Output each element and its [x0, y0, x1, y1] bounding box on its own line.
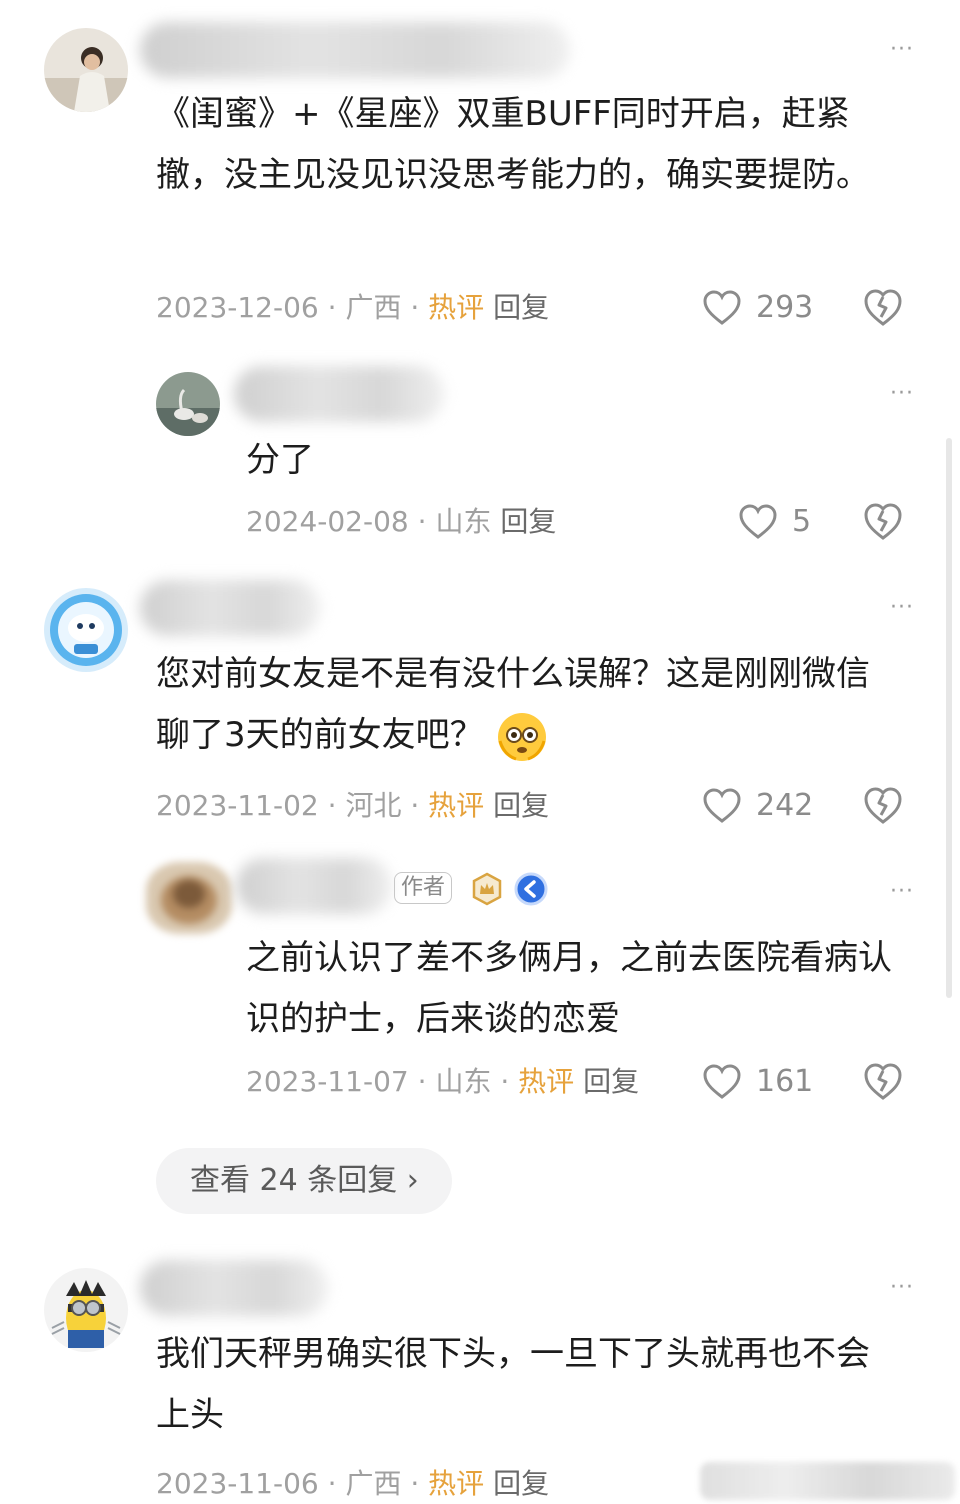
reply-button[interactable]: 回复	[493, 789, 549, 822]
dislike-button[interactable]	[862, 785, 904, 827]
comment-date: 2024-02-08	[246, 505, 409, 538]
comment-date: 2023-12-06	[156, 291, 319, 324]
comment-text: 您对前女友是不是有没什么误解？这是刚刚微信聊了3天的前女友吧？	[156, 644, 896, 766]
comment-date: 2023-11-02	[156, 789, 319, 822]
hot-badge: 热评	[428, 291, 485, 324]
hot-badge: 热评	[518, 1065, 575, 1098]
like-button[interactable]: 5	[738, 502, 811, 542]
username-blurred[interactable]	[234, 366, 444, 422]
author-tag: 作者	[394, 872, 453, 904]
comment-meta: 2023-11-07 · 山东 · 热评 回复	[246, 1065, 640, 1098]
comment-date: 2023-11-07	[246, 1065, 409, 1098]
blue-v-badge-icon	[514, 872, 548, 906]
avatar[interactable]	[156, 372, 220, 436]
dislike-button[interactable]	[862, 501, 904, 543]
heart-outline-icon	[739, 504, 777, 539]
comment-text: 分了	[246, 440, 314, 480]
like-count: 242	[756, 788, 814, 823]
comment-date: 2023-11-06	[156, 1467, 319, 1500]
crown-badge-icon	[472, 872, 502, 906]
broken-heart-icon	[864, 503, 902, 540]
like-button[interactable]: 242	[702, 786, 813, 826]
dislike-button[interactable]	[862, 1061, 904, 1103]
reply-button[interactable]: 回复	[493, 291, 549, 324]
more-icon[interactable]: ···	[890, 383, 914, 405]
username-blurred[interactable]	[140, 1260, 328, 1316]
more-icon[interactable]: ···	[890, 881, 914, 903]
flushed-emoji-icon	[497, 712, 546, 761]
comment-text: 《闺蜜》+《星座》双重BUFF同时开启，赶紧撤，没主见没见识没思考能力的，确实要…	[156, 94, 870, 195]
heart-outline-icon	[703, 1064, 741, 1099]
reply-button[interactable]: 回复	[493, 1467, 549, 1500]
like-count: 161	[756, 1064, 814, 1099]
more-icon[interactable]: ···	[890, 39, 914, 61]
hot-badge: 热评	[428, 789, 485, 822]
broken-heart-icon	[864, 1063, 902, 1100]
comment-location: 广西	[345, 291, 402, 324]
reply-button[interactable]: 回复	[500, 505, 556, 538]
avatar[interactable]	[44, 588, 128, 672]
broken-heart-icon	[864, 289, 902, 326]
comment-meta: 2023-12-06 · 广西 · 热评 回复	[156, 291, 550, 324]
comment-location: 山东	[435, 1065, 492, 1098]
like-count: 5	[792, 504, 812, 539]
username-blurred[interactable]	[140, 22, 570, 78]
comment-meta: 2023-11-02 · 河北 · 热评 回复	[156, 789, 550, 822]
comment-text: 我们天秤男确实很下头，一旦下了头就再也不会上头	[156, 1334, 870, 1435]
comment-location: 广西	[345, 1467, 402, 1500]
reply-button[interactable]: 回复	[583, 1065, 639, 1098]
comment-location: 河北	[345, 789, 402, 822]
more-icon[interactable]: ···	[890, 1277, 914, 1299]
avatar[interactable]	[146, 862, 232, 934]
heart-outline-icon	[703, 290, 741, 325]
username-blurred[interactable]	[236, 858, 392, 914]
like-button[interactable]: 161	[702, 1062, 813, 1102]
broken-heart-icon	[864, 787, 902, 824]
more-icon[interactable]: ···	[890, 597, 914, 619]
avatar[interactable]	[44, 28, 128, 112]
scrollbar[interactable]	[946, 438, 952, 998]
dislike-button[interactable]	[862, 287, 904, 329]
avatar[interactable]	[44, 1268, 128, 1352]
view-replies-button[interactable]: 查看 24 条回复 ›	[156, 1148, 452, 1214]
heart-outline-icon	[703, 788, 741, 823]
comment-location: 山东	[435, 505, 492, 538]
like-count: 293	[756, 290, 814, 325]
like-button[interactable]: 293	[702, 288, 813, 328]
watermark-blurred	[700, 1462, 955, 1500]
comment-text: 之前认识了差不多俩月，之前去医院看病认识的护士，后来谈的恋爱	[246, 938, 892, 1039]
comment-meta: 2023-11-06 · 广西 · 热评 回复	[156, 1467, 550, 1500]
comment-meta: 2024-02-08 · 山东 回复	[246, 505, 557, 538]
username-blurred[interactable]	[140, 580, 320, 636]
hot-badge: 热评	[428, 1467, 485, 1500]
